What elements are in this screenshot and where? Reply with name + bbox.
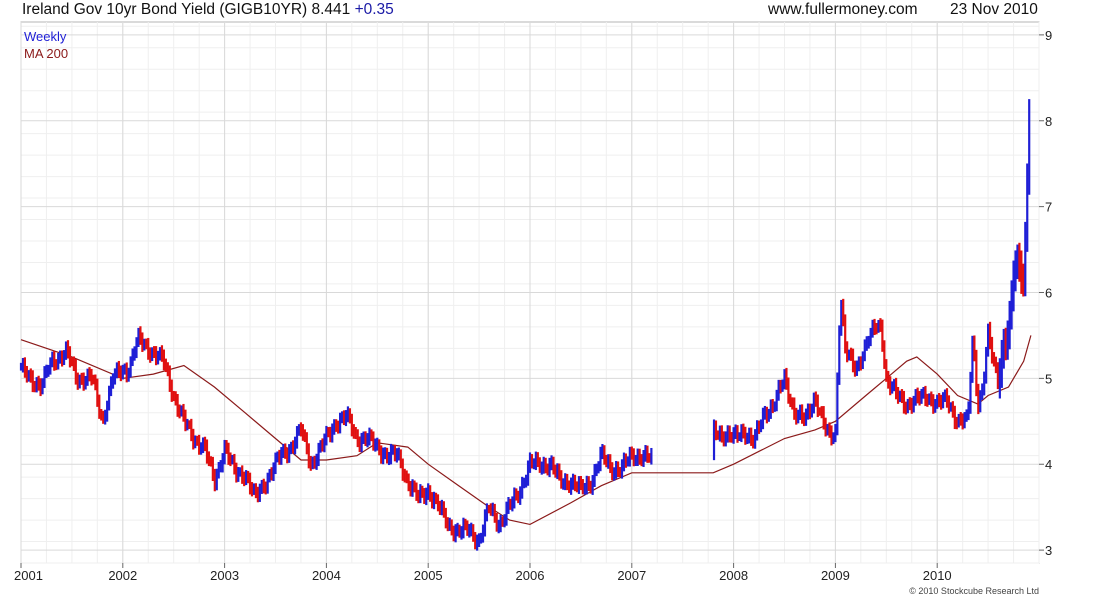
y-tick-label: 9 bbox=[1045, 28, 1052, 43]
copyright: © 2010 Stockcube Research Ltd bbox=[909, 586, 1039, 596]
y-tick-label: 7 bbox=[1045, 200, 1052, 215]
x-tick-label: 2008 bbox=[719, 568, 748, 583]
legend-ma: MA 200 bbox=[24, 46, 68, 61]
y-tick-label: 8 bbox=[1045, 114, 1052, 129]
y-tick-label: 6 bbox=[1045, 286, 1052, 301]
y-axis-ticks: 3 4 5 6 7 8 9 bbox=[1039, 28, 1052, 558]
x-tick-label: 2007 bbox=[617, 568, 646, 583]
y-tick-label: 3 bbox=[1045, 543, 1052, 558]
x-tick-label: 2003 bbox=[210, 568, 239, 583]
x-tick-label: 2010 bbox=[923, 568, 952, 583]
x-axis-ticks: 2001 2002 2003 2004 2005 2006 2007 2008 2009 2010 bbox=[14, 563, 952, 583]
x-tick-label: 2004 bbox=[312, 568, 341, 583]
y-tick-label: 4 bbox=[1045, 457, 1052, 472]
x-tick-label: 2002 bbox=[108, 568, 137, 583]
x-tick-label: 2005 bbox=[414, 568, 443, 583]
x-tick-label: 2001 bbox=[14, 568, 43, 583]
y-tick-label: 5 bbox=[1045, 371, 1052, 386]
legend-weekly: Weekly bbox=[24, 29, 67, 44]
x-tick-label: 2006 bbox=[516, 568, 545, 583]
bond-yield-chart: 3 4 5 6 7 8 9 2001 2002 2003 2004 2005 2006 2007 2008… bbox=[14, 21, 1052, 596]
x-tick-label: 2009 bbox=[821, 568, 850, 583]
